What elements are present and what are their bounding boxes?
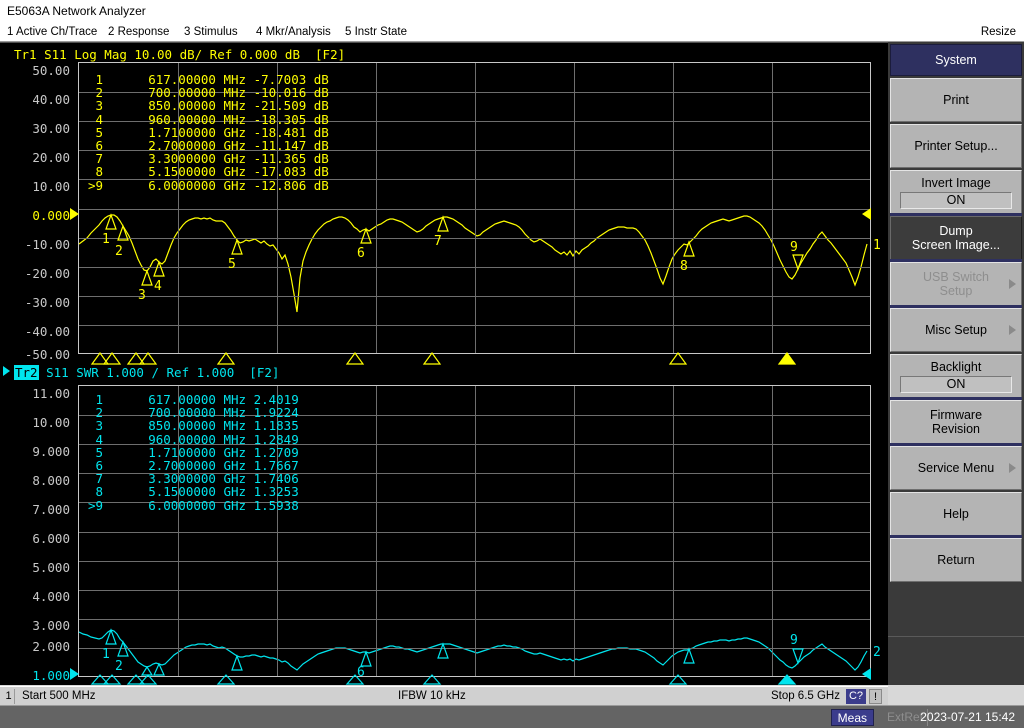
softkey-firmware-revision[interactable]: FirmwareRevision [890, 400, 1022, 444]
softkey-value[interactable]: ON [900, 192, 1012, 209]
trace2-active-badge[interactable]: Tr2 [14, 365, 39, 380]
trace2-ytick-8: 3.000 [0, 618, 70, 633]
softkey-service-menu[interactable]: Service Menu [890, 446, 1022, 490]
softkey-help[interactable]: Help [890, 492, 1022, 536]
trace1-ytick-1: 40.00 [0, 92, 70, 107]
trace2-ytick-0: 11.00 [0, 386, 70, 401]
softkey-invert-image[interactable]: Invert Image ON [890, 170, 1022, 214]
svg-text:2: 2 [115, 659, 123, 674]
trace2-ytick-4: 7.000 [0, 502, 70, 517]
trace1-ytick-10: -50.00 [0, 347, 70, 362]
trace1-ytick-4: 10.00 [0, 179, 70, 194]
menu-item-response[interactable]: 2 Response [108, 22, 169, 42]
trace2-ytick-9: 2.000 [0, 639, 70, 654]
taskbar: Meas ExtRef 2023-07-21 15:42 [0, 705, 1024, 728]
chevron-right-icon [1009, 463, 1016, 473]
channel-number: 1 [3, 689, 15, 704]
trace2-ytick-5: 6.000 [0, 531, 70, 546]
trace2-title: Tr2 S11 SWR 1.000 / Ref 1.000 [F2] [14, 365, 279, 380]
trace2-active-arrow-icon [3, 366, 10, 376]
trace2-ytick-7: 4.000 [0, 589, 70, 604]
softkey-backlight[interactable]: Backlight ON [890, 354, 1022, 398]
softkey-return[interactable]: Return [890, 538, 1022, 582]
trace1-ytick-7: -20.00 [0, 266, 70, 281]
svg-text:9: 9 [790, 240, 798, 255]
svg-text:7: 7 [434, 234, 442, 249]
trace1-ytick-ref: 0.000 [0, 208, 70, 223]
softkey-value[interactable]: ON [900, 376, 1012, 393]
resize-button[interactable]: Resize [981, 22, 1016, 42]
softkey-label: Invert Image [921, 176, 990, 190]
svg-text:8: 8 [680, 259, 688, 274]
trace1-ytick-2: 30.00 [0, 121, 70, 136]
trace1-ytick-0: 50.00 [0, 63, 70, 78]
softkey-label: Service Menu [918, 461, 994, 475]
trace2-ytick-1: 10.00 [0, 415, 70, 430]
trace2-title-text: S11 SWR 1.000 / Ref 1.000 [F2] [39, 365, 280, 380]
window-title: E5063A Network Analyzer [0, 0, 1024, 22]
softkey-usb-switch-setup: USB SwitchSetup [890, 262, 1022, 306]
menu-bar: 1 Active Ch/Trace 2 Response 3 Stimulus … [0, 22, 1024, 42]
trace2-ytick-3: 8.000 [0, 473, 70, 488]
trace1-ytick-6: -10.00 [0, 237, 70, 252]
softkey-label: USB SwitchSetup [923, 270, 989, 298]
trace2-edge-label: 2 [873, 645, 881, 660]
trace1-ytick-3: 20.00 [0, 150, 70, 165]
stop-frequency[interactable]: Stop 6.5 GHz [771, 687, 840, 706]
menu-item-active-ch-trace[interactable]: 1 Active Ch/Trace [7, 22, 97, 42]
softkey-label: Printer Setup... [914, 139, 997, 153]
trace2-ytick-ref: 1.000 [0, 668, 70, 683]
menu-item-instr-state[interactable]: 5 Instr State [345, 22, 407, 42]
menu-item-stimulus[interactable]: 3 Stimulus [184, 22, 238, 42]
softkey-label: DumpScreen Image... [912, 224, 1000, 252]
stimulus-status-bar: 1 Start 500 MHz IFBW 10 kHz Stop 6.5 GHz… [0, 686, 888, 705]
softkey-menu-title: System [890, 44, 1022, 76]
chevron-right-icon [1009, 279, 1016, 289]
softkey-label: Backlight [931, 360, 982, 374]
softkey-printer-setup[interactable]: Printer Setup... [890, 124, 1022, 168]
softkey-label: Return [937, 553, 975, 567]
svg-text:9: 9 [790, 633, 798, 648]
app-window: E5063A Network Analyzer 1 Active Ch/Trac… [0, 0, 1024, 728]
datetime-display: 2023-07-21 15:42 [915, 709, 1020, 726]
chevron-right-icon [1009, 325, 1016, 335]
trace2-axis-marker-flags [78, 674, 873, 686]
menu-item-mkr-analysis[interactable]: 4 Mkr/Analysis [256, 22, 331, 42]
trace2-ytick-6: 5.000 [0, 560, 70, 575]
softkey-label: Help [943, 507, 969, 521]
trace1-title: Tr1 S11 Log Mag 10.00 dB/ Ref 0.000 dB [… [14, 47, 345, 62]
svg-text:4: 4 [154, 279, 162, 294]
softkey-print[interactable]: Print [890, 78, 1022, 122]
ifbw-value[interactable]: IFBW 10 kHz [398, 687, 466, 706]
trace1-marker-table: 1 617.00000 MHz -7.7003 dB 2 700.00000 M… [88, 73, 329, 192]
trace1-ytick-9: -40.00 [0, 324, 70, 339]
cal-status-badge[interactable]: C? [846, 689, 866, 704]
warning-badge[interactable]: ! [869, 689, 882, 704]
start-frequency[interactable]: Start 500 MHz [22, 687, 96, 706]
svg-text:5: 5 [228, 257, 236, 272]
svg-text:1: 1 [102, 647, 110, 662]
softkey-label: Misc Setup [925, 323, 987, 337]
svg-text:6: 6 [357, 246, 365, 261]
trace2-marker-table: 1 617.00000 MHz 2.4019 2 700.00000 MHz 1… [88, 393, 299, 512]
svg-text:1: 1 [102, 232, 110, 247]
trace1-ref-marker-left [70, 208, 79, 220]
meas-status-badge[interactable]: Meas [831, 709, 874, 726]
svg-text:3: 3 [138, 288, 146, 303]
softkey-misc-setup[interactable]: Misc Setup [890, 308, 1022, 352]
softkey-label: FirmwareRevision [930, 408, 982, 436]
softkey-dump-screen-image[interactable]: DumpScreen Image... [890, 216, 1022, 260]
trace1-edge-label: 1 [873, 238, 881, 253]
softkey-panel: System Print Printer Setup... Invert Image… [888, 42, 1024, 685]
trace1-ref-marker-right [862, 208, 871, 220]
trace1-axis-marker-flags [78, 352, 873, 366]
softkey-label: Print [943, 93, 969, 107]
trace2-ytick-2: 9.000 [0, 444, 70, 459]
trace1-ytick-8: -30.00 [0, 295, 70, 310]
softkey-panel-footer [888, 636, 1024, 685]
svg-text:2: 2 [115, 244, 123, 259]
